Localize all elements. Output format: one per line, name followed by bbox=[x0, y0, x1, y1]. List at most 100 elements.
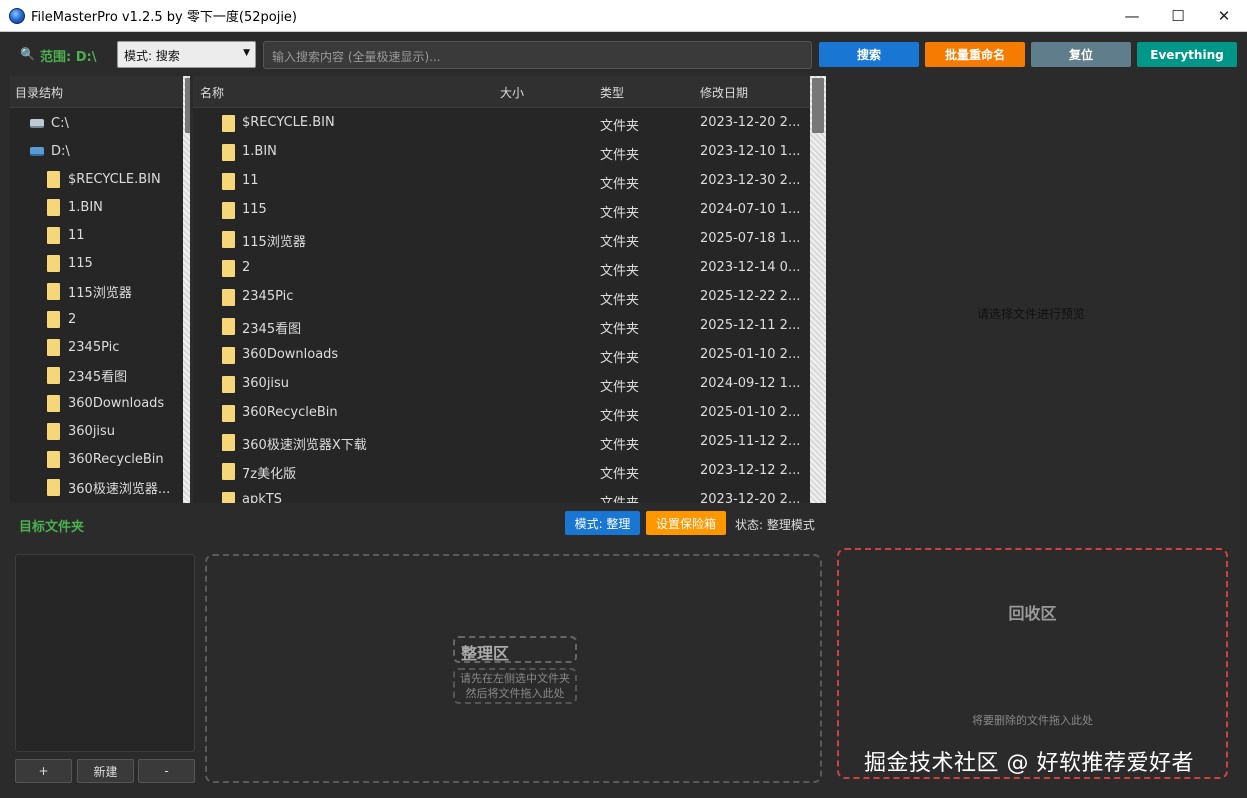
batch-rename-button[interactable]: 批量重命名 bbox=[925, 42, 1025, 67]
file-type: 文件夹 bbox=[600, 380, 640, 395]
file-name: 2 bbox=[242, 260, 251, 275]
file-type: 文件夹 bbox=[600, 438, 640, 453]
folder-icon bbox=[222, 202, 235, 219]
file-list[interactable]: 名称 大小 类型 修改日期 $RECYCLE.BIN 文件夹 2023-12-20 … bbox=[193, 76, 826, 503]
tree-folder-item[interactable]: 2345看图 bbox=[47, 361, 127, 389]
folder-icon bbox=[222, 434, 235, 451]
file-date: 2023-12-20 2... bbox=[700, 115, 801, 130]
toolbar: 🔍 范围: D:\ 模式: 搜索 ▼ 输入搜索内容 (全量极速显示)... 搜索… bbox=[0, 32, 1247, 76]
file-name: 360RecycleBin bbox=[242, 405, 338, 420]
close-button[interactable]: ✕ bbox=[1201, 0, 1247, 32]
tree-folder-item[interactable]: 360jisu bbox=[47, 417, 115, 445]
tree-folder-item[interactable]: 11 bbox=[47, 221, 85, 249]
tree-folder-item[interactable]: 360RecycleBin bbox=[47, 445, 164, 473]
tree-drive-item[interactable]: D:\ bbox=[30, 137, 70, 165]
file-name: 2345Pic bbox=[242, 289, 294, 304]
title-bar: FileMasterPro v1.2.5 by 零下一度(52pojie) — … bbox=[0, 0, 1247, 32]
file-name: 115 bbox=[242, 202, 267, 217]
tree-folder-item[interactable]: 2345Pic bbox=[47, 333, 119, 361]
tree-folder-item[interactable]: 360Downloads bbox=[47, 389, 164, 417]
tree-folder-item[interactable]: 2 bbox=[47, 305, 76, 333]
minimize-button[interactable]: — bbox=[1109, 0, 1155, 32]
file-row[interactable]: 360RecycleBin 文件夹 2025-01-10 2... bbox=[193, 399, 810, 428]
directory-tree[interactable]: 目录结构 C:\ D:\ $RECYCLE.BIN 1.BIN 11 115 115浏览器 2… bbox=[10, 76, 190, 503]
file-date: 2023-12-14 0... bbox=[700, 260, 801, 275]
file-row[interactable]: apkTS 文件夹 2023-12-20 2... bbox=[193, 486, 810, 503]
file-type: 文件夹 bbox=[600, 351, 640, 366]
file-date: 2025-01-10 2... bbox=[700, 347, 801, 362]
tree-folder-label: 2 bbox=[68, 311, 77, 327]
file-type: 文件夹 bbox=[600, 322, 640, 337]
tree-folder-item[interactable]: 360极速浏览器... bbox=[47, 473, 170, 501]
tree-folder-item[interactable]: 115浏览器 bbox=[47, 277, 132, 305]
file-row[interactable]: 1.BIN 文件夹 2023-12-10 1... bbox=[193, 138, 810, 167]
file-date: 2025-12-22 2... bbox=[700, 289, 801, 304]
preview-area: 请选择文件进行预览 bbox=[830, 76, 1237, 546]
organize-drop-zone[interactable]: 整理区 请先在左侧选中文件夹 然后将文件拖入此处 bbox=[205, 554, 822, 783]
organize-hint-line1: 请先在左侧选中文件夹 bbox=[460, 672, 570, 685]
reset-button[interactable]: 复位 bbox=[1031, 42, 1131, 67]
folder-icon bbox=[47, 198, 60, 216]
maximize-button[interactable]: ☐ bbox=[1155, 0, 1201, 32]
tree-folder-item[interactable]: 115 bbox=[47, 249, 93, 277]
everything-button[interactable]: Everything bbox=[1137, 42, 1237, 67]
column-header-type[interactable]: 类型 bbox=[600, 84, 624, 101]
organize-zone-title: 整理区 bbox=[453, 636, 577, 663]
tree-scroll-thumb[interactable] bbox=[185, 78, 190, 133]
file-row[interactable]: 360jisu 文件夹 2024-09-12 1... bbox=[193, 370, 810, 399]
column-header-size[interactable]: 大小 bbox=[500, 84, 524, 101]
mode-select-value: 模式: 搜索 bbox=[124, 49, 180, 63]
file-row[interactable]: 115 文件夹 2024-07-10 1... bbox=[193, 196, 810, 225]
organize-mode-button[interactable]: 模式: 整理 bbox=[565, 511, 640, 535]
file-date: 2024-09-12 1... bbox=[700, 376, 801, 391]
file-name: 360Downloads bbox=[242, 347, 339, 362]
target-folder-bar: 目标文件夹 模式: 整理 设置保险箱 状态: 整理模式 bbox=[10, 504, 826, 544]
tree-drive-label: C:\ bbox=[51, 115, 69, 131]
file-date: 2025-01-10 2... bbox=[700, 405, 801, 420]
file-list-scrollbar[interactable] bbox=[810, 76, 826, 503]
recycle-zone-hint: 将要删除的文件拖入此处 bbox=[972, 714, 1093, 727]
set-vault-button[interactable]: 设置保险箱 bbox=[646, 511, 726, 535]
file-row[interactable]: 11 文件夹 2023-12-30 2... bbox=[193, 167, 810, 196]
file-name: $RECYCLE.BIN bbox=[242, 115, 335, 130]
file-type: 文件夹 bbox=[600, 177, 640, 192]
file-type: 文件夹 bbox=[600, 148, 640, 163]
tree-folder-item[interactable]: $RECYCLE.BIN bbox=[47, 165, 161, 193]
file-row[interactable]: 2345看图 文件夹 2025-12-11 2... bbox=[193, 312, 810, 341]
folder-icon bbox=[222, 260, 235, 277]
file-row[interactable]: 360Downloads 文件夹 2025-01-10 2... bbox=[193, 341, 810, 370]
file-list-scroll-thumb[interactable] bbox=[812, 78, 824, 133]
column-header-name[interactable]: 名称 bbox=[200, 84, 224, 101]
target-folder-list[interactable] bbox=[15, 554, 195, 752]
add-folder-button[interactable]: + bbox=[15, 759, 72, 783]
mode-select[interactable]: 模式: 搜索 ▼ bbox=[117, 41, 256, 68]
new-folder-button[interactable]: 新建 bbox=[77, 759, 134, 783]
file-type: 文件夹 bbox=[600, 264, 640, 279]
folder-icon bbox=[222, 318, 235, 335]
column-header-date[interactable]: 修改日期 bbox=[700, 84, 748, 101]
folder-icon bbox=[222, 115, 235, 132]
file-row[interactable]: 115浏览器 文件夹 2025-07-18 1... bbox=[193, 225, 810, 254]
search-button[interactable]: 搜索 bbox=[819, 42, 919, 67]
file-row[interactable]: 7z美化版 文件夹 2023-12-12 2... bbox=[193, 457, 810, 486]
search-input[interactable]: 输入搜索内容 (全量极速显示)... bbox=[263, 41, 812, 69]
tree-folder-item[interactable]: 1.BIN bbox=[47, 193, 103, 221]
file-row[interactable]: $RECYCLE.BIN 文件夹 2023-12-20 2... bbox=[193, 109, 810, 138]
file-type: 文件夹 bbox=[600, 293, 640, 308]
tree-folder-label: 360极速浏览器... bbox=[68, 481, 171, 497]
tree-folder-label: 2345Pic bbox=[68, 339, 120, 355]
tree-scrollbar[interactable] bbox=[183, 76, 190, 503]
recycle-zone-title: 回收区 bbox=[1008, 604, 1057, 623]
drive-icon bbox=[30, 146, 44, 156]
organize-zone-hint: 请先在左侧选中文件夹 然后将文件拖入此处 bbox=[453, 668, 577, 704]
file-date: 2025-11-12 2... bbox=[700, 434, 801, 449]
folder-icon bbox=[47, 422, 60, 440]
file-type: 文件夹 bbox=[600, 206, 640, 221]
file-row[interactable]: 2 文件夹 2023-12-14 0... bbox=[193, 254, 810, 283]
tree-drive-item[interactable]: C:\ bbox=[30, 109, 69, 137]
folder-icon bbox=[222, 463, 235, 480]
folder-icon bbox=[47, 254, 60, 272]
file-row[interactable]: 2345Pic 文件夹 2025-12-22 2... bbox=[193, 283, 810, 312]
file-row[interactable]: 360极速浏览器X下载 文件夹 2025-11-12 2... bbox=[193, 428, 810, 457]
remove-folder-button[interactable]: - bbox=[138, 759, 195, 783]
